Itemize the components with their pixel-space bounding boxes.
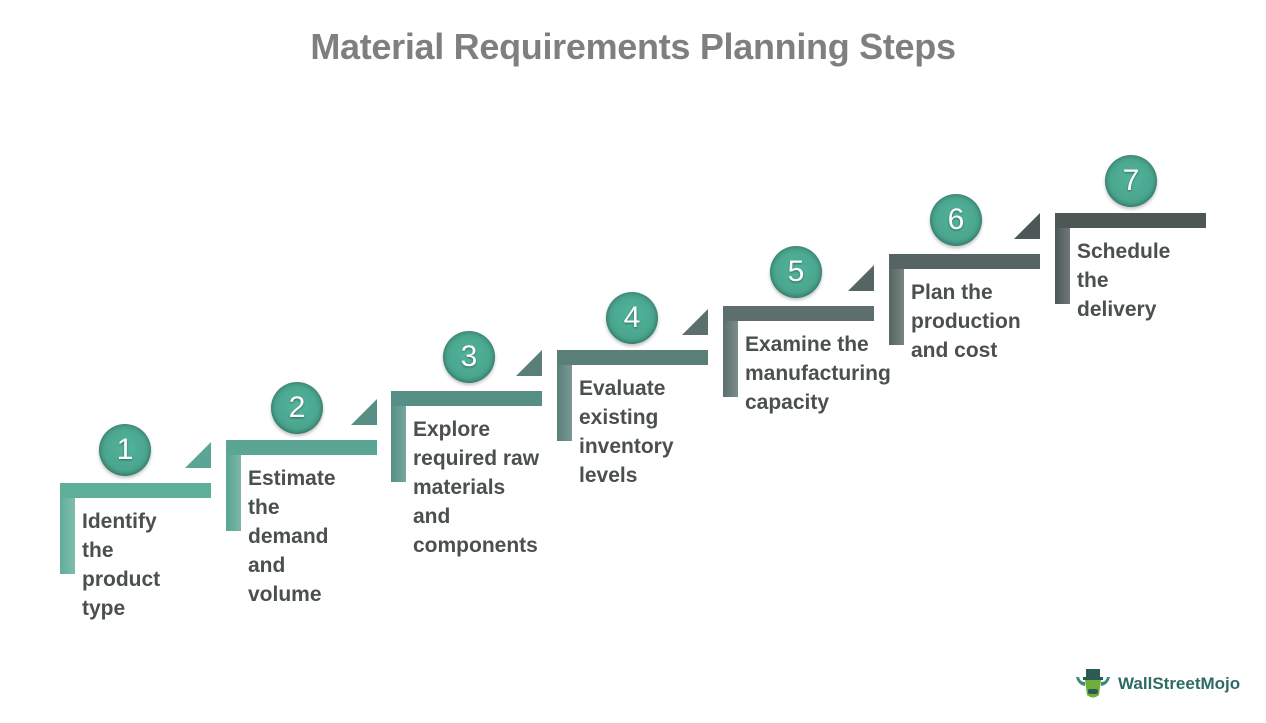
step-label: Estimate the demand and volume — [248, 467, 336, 606]
step-arrow-corner-icon — [1014, 213, 1040, 239]
step-bracket-top — [557, 350, 708, 365]
step-number-circle: 5 — [770, 246, 822, 298]
step-label: Identify the product type — [82, 510, 161, 620]
step-arrow-corner-icon — [682, 309, 708, 335]
step-bracket-top — [226, 440, 377, 455]
wallstreetmojo-logo: WallStreetMojo — [1074, 667, 1240, 701]
step-number-circle: 7 — [1105, 155, 1157, 207]
step-1: Identify the product type — [60, 483, 212, 723]
step-label: Examine the manufacturing capacity — [745, 333, 891, 414]
step-number-circle: 2 — [271, 382, 323, 434]
diagram-title: Material Requirements Planning Steps — [310, 26, 956, 67]
step-bracket-side — [391, 391, 406, 482]
step-number-circle: 6 — [930, 194, 982, 246]
step-bracket-top — [723, 306, 874, 321]
step-arrow-corner-icon — [351, 399, 377, 425]
step-bracket-side — [723, 306, 738, 397]
step-2: Estimate the demand and volume — [226, 440, 378, 680]
step-arrow-corner-icon — [848, 265, 874, 291]
step-bracket-side — [1055, 213, 1070, 304]
step-bracket-top — [1055, 213, 1206, 228]
step-6: Plan the production and cost — [889, 254, 1041, 494]
step-label: Explore required raw materials and compo… — [413, 418, 540, 557]
step-label: Schedule the delivery — [1077, 240, 1171, 321]
step-number-circle: 1 — [99, 424, 151, 476]
bull-mascot-icon — [1076, 669, 1110, 698]
step-number-circle: 3 — [443, 331, 495, 383]
step-3: Explore required raw materials and compo… — [391, 391, 543, 631]
step-number-circle: 4 — [606, 292, 658, 344]
step-7: Schedule the delivery — [1055, 213, 1207, 453]
step-bracket-side — [226, 440, 241, 531]
step-bracket-side — [557, 350, 572, 441]
step-arrow-corner-icon — [185, 442, 211, 468]
step-bracket-top — [889, 254, 1040, 269]
step-bracket-top — [60, 483, 211, 498]
step-5: Examine the manufacturing capacity — [723, 306, 891, 546]
step-label: Evaluate existing inventory levels — [579, 377, 674, 487]
step-bracket-side — [60, 483, 75, 574]
step-bracket-side — [889, 254, 904, 345]
step-label: Plan the production and cost — [911, 281, 1021, 362]
step-4: Evaluate existing inventory levels — [557, 350, 709, 590]
step-arrow-corner-icon — [516, 350, 542, 376]
step-bracket-top — [391, 391, 542, 406]
logo-text: WallStreetMojo — [1118, 674, 1241, 693]
